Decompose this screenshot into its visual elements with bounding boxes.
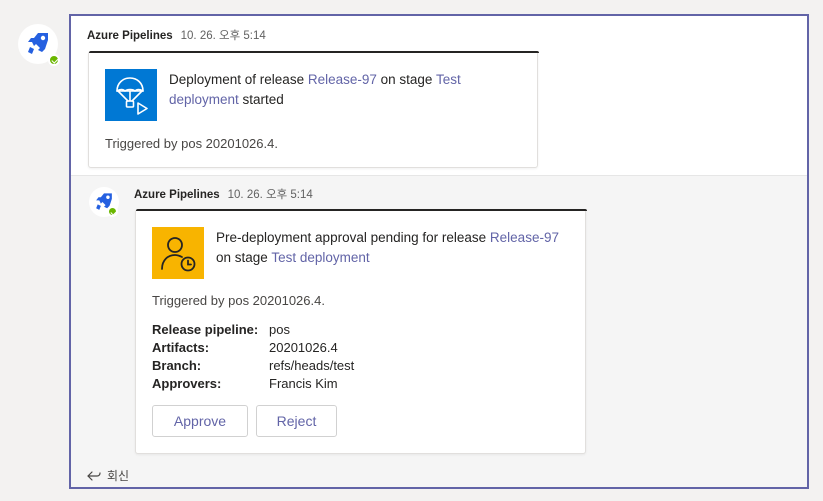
approval-icon-tile [152,227,204,279]
fact-row: Release pipeline: pos [152,321,354,339]
parachute-play-icon [116,77,148,115]
reply-label: 회신 [107,469,130,483]
bot-avatar[interactable] [18,24,60,66]
conversation-thread: Azure Pipelines 10. 26. 오후 5:14 Deploymen… [69,14,809,489]
fact-set: Release pipeline: pos Artifacts: 2020102… [152,321,354,393]
deploy-icon-tile [105,69,157,121]
triggered-by-text: Triggered by pos 20201026.4. [152,293,325,308]
fact-label: Approvers: [152,376,222,391]
reply-section: Azure Pipelines 10. 26. 오후 5:14 Pre-deplo… [71,175,807,487]
sender-name[interactable]: Azure Pipelines [134,189,220,201]
title-text: on stage [216,250,272,265]
bot-avatar[interactable] [89,187,119,217]
approve-button[interactable]: Approve [152,405,248,437]
presence-available-icon [48,54,60,66]
person-clock-icon [161,237,196,272]
message-timestamp: 10. 26. 오후 5:14 [227,189,313,201]
fact-row: Approvers: Francis Kim [152,375,354,393]
message-header: Azure Pipelines 10. 26. 오후 5:14 [87,27,266,43]
fact-value: Francis Kim [269,376,338,391]
release-pipeline-link[interactable]: pos [269,321,290,339]
card-accent-bar [136,209,587,211]
title-text: Pre-deployment approval pending for rele… [216,230,490,245]
card-accent-bar [89,51,539,53]
title-text: Deployment of release [169,72,308,87]
azure-pipelines-icon [28,33,48,54]
message-header: Azure Pipelines 10. 26. 오후 5:14 [134,186,313,202]
card-title: Deployment of release Release-97 on stag… [169,70,509,110]
approval-pending-card: Pre-deployment approval pending for rele… [135,209,587,454]
title-text: started [238,92,284,107]
fact-row: Artifacts: 20201026.4 [152,339,354,357]
reply-arrow-icon [87,470,101,481]
reply-button[interactable]: 회신 [87,467,129,484]
presence-available-icon [107,206,118,217]
fact-row: Branch: refs/heads/test [152,357,354,375]
triggered-by-text: Triggered by pos 20201026.4. [105,136,278,151]
fact-label: Branch: [152,358,202,373]
fact-label: Artifacts: [152,340,210,355]
deployment-started-card: Deployment of release Release-97 on stag… [88,51,539,168]
fact-label: Release pipeline: [152,322,259,337]
release-link[interactable]: Release-97 [308,72,377,87]
stage-link[interactable]: Test deployment [271,250,369,265]
sender-name[interactable]: Azure Pipelines [87,30,173,42]
title-text: on stage [376,72,436,87]
fact-value: 20201026.4 [269,340,338,355]
release-link[interactable]: Release-97 [490,230,559,245]
message-timestamp: 10. 26. 오후 5:14 [180,30,266,42]
reject-button[interactable]: Reject [256,405,337,437]
fact-value: refs/heads/test [269,358,355,373]
card-title: Pre-deployment approval pending for rele… [216,228,576,268]
